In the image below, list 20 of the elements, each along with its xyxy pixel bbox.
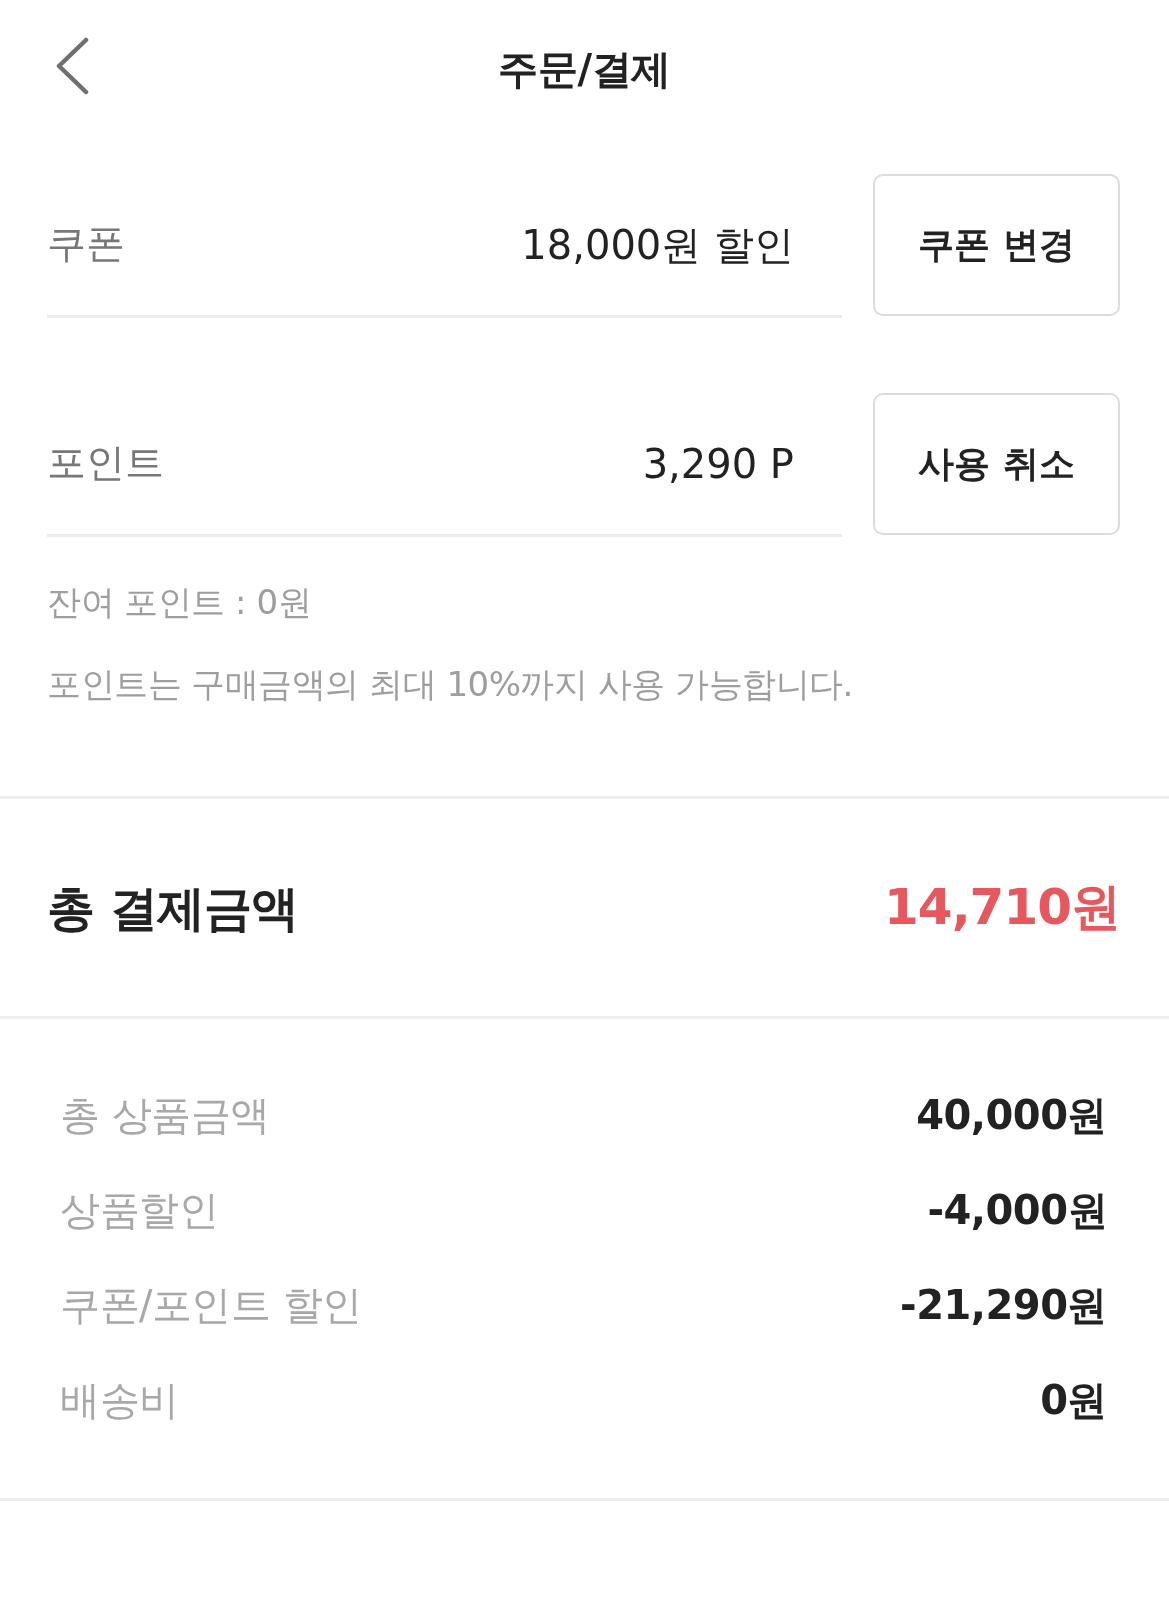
total-amount: 14,710원 xyxy=(884,877,1120,938)
summary-value: 0원 xyxy=(1040,1375,1107,1425)
summary-value: 40,000원 xyxy=(916,1090,1107,1140)
point-note: 포인트는 구매금액의 최대 10%까지 사용 가능합니다. xyxy=(47,663,853,706)
summary-value: -4,000원 xyxy=(927,1185,1107,1235)
page-title: 주문/결제 xyxy=(498,45,671,93)
row-label: 포인트 xyxy=(47,440,164,487)
total-label: 총 결제금액 xyxy=(47,878,298,938)
action-button[interactable]: 사용 취소 xyxy=(873,393,1120,535)
row-label: 쿠폰 xyxy=(47,221,125,268)
point-note: 잔여 포인트 : 0원 xyxy=(47,581,311,624)
summary-label: 상품할인 xyxy=(60,1185,218,1235)
back-icon xyxy=(54,37,90,95)
discount-value: 18,000원 할인 xyxy=(521,220,794,269)
summary-value: -21,290원 xyxy=(900,1280,1107,1330)
summary-label: 배송비 xyxy=(60,1375,179,1425)
summary-label: 총 상품금액 xyxy=(60,1090,270,1140)
discount-value: 3,290 P xyxy=(642,439,794,488)
action-button[interactable]: 쿠폰 변경 xyxy=(873,174,1120,316)
summary-label: 쿠폰/포인트 할인 xyxy=(60,1280,362,1330)
